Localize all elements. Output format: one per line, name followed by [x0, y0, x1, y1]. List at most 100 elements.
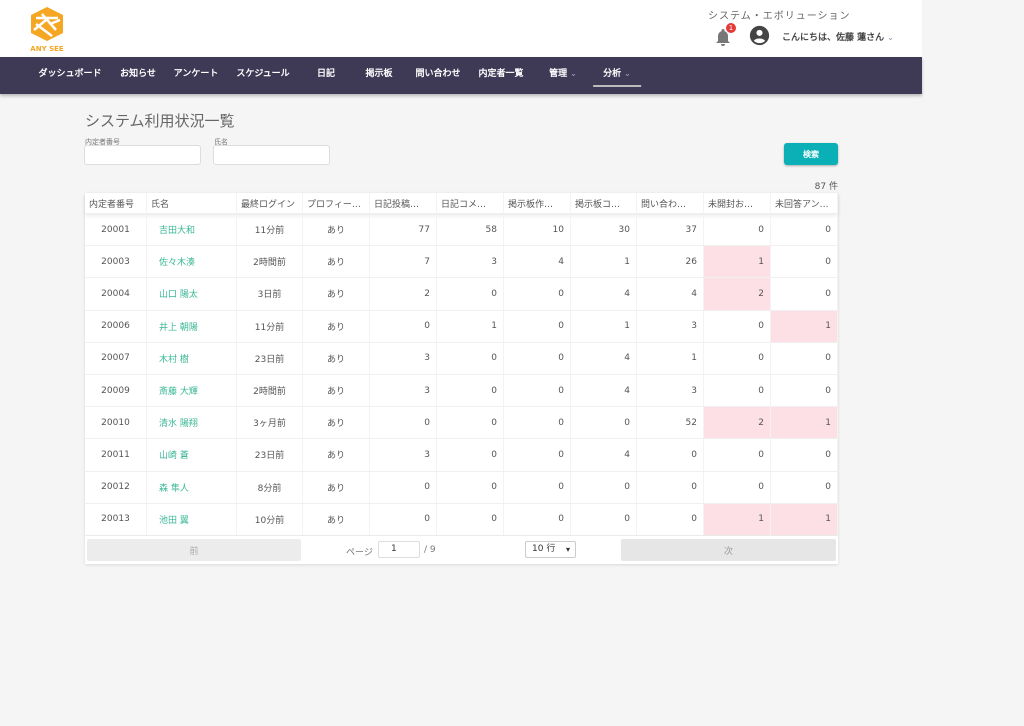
table-header: 内定者番号 氏名 最終ログイン プロフィー… 日記投稿… 日記コメ… 掲示板作… 掲示板コ… 問… — [85, 193, 838, 214]
student-name-link[interactable]: 池田 翼 — [147, 503, 237, 535]
column-header[interactable]: 氏名 — [147, 193, 237, 213]
column-header[interactable]: 掲示板コ… — [571, 193, 637, 213]
nav-item-1[interactable]: お知らせ — [120, 57, 156, 94]
page-title: システム利用状況一覧 — [85, 112, 235, 130]
student-name-link[interactable]: 清水 陽翔 — [147, 407, 237, 439]
column-header[interactable]: 問い合わ… — [637, 193, 704, 213]
student-name-link[interactable]: 吉田大和 — [147, 214, 237, 246]
table-cell: 2時間前 — [237, 246, 303, 278]
table-cell: 1 — [437, 310, 504, 342]
table-cell: 0 — [771, 374, 838, 407]
column-header[interactable]: 未開封お… — [704, 193, 771, 213]
table-row: 20012 森 隼人 8分前 あり 0 0 0 0 0 0 0 — [85, 471, 838, 504]
student-name-link[interactable]: 山崎 蒼 — [147, 439, 237, 471]
table-cell: 8分前 — [237, 471, 303, 503]
next-button[interactable]: 次 — [621, 539, 836, 561]
table-row: 20009 斎藤 大輝 2時間前 あり 3 0 0 4 3 0 0 — [85, 374, 838, 408]
student-name-link[interactable]: 佐々木湊 — [147, 246, 237, 278]
table-cell: 20012 — [85, 471, 147, 503]
chevron-down-icon: ⌄ — [570, 69, 577, 78]
table-row: 20004 山口 陽太 3日前 あり 2 0 0 4 4 2 0 — [85, 278, 838, 311]
system-name: システム・エボリューション — [708, 11, 851, 22]
table-cell: 1 — [704, 246, 771, 278]
table-cell: 10分前 — [237, 503, 303, 535]
column-header[interactable]: 掲示板作… — [504, 193, 571, 213]
prev-button[interactable]: 前 — [87, 539, 301, 561]
table-cell: 0 — [704, 310, 771, 342]
nav-item-0[interactable]: ダッシュボード — [38, 57, 101, 94]
table-cell: 20003 — [85, 246, 147, 278]
table-cell: 4 — [571, 439, 637, 471]
rows-per-page-value: 10 行 — [532, 544, 556, 554]
table-cell: 0 — [704, 439, 771, 471]
table-cell: 20006 — [85, 310, 147, 342]
user-menu[interactable]: こんにちは、佐藤 蓮さん ⌄ — [782, 30, 894, 43]
anysee-logo[interactable]: ANY SEE — [28, 6, 66, 54]
page-input[interactable]: 1 — [378, 541, 420, 558]
table-row: 20011 山崎 蒼 23日前 あり 3 0 0 4 0 0 0 — [85, 439, 838, 472]
table-cell: 0 — [504, 439, 571, 471]
table-cell: 52 — [637, 407, 704, 439]
table-cell: 20011 — [85, 439, 147, 471]
table-cell: 0 — [637, 439, 704, 471]
table-cell: 23日前 — [237, 342, 303, 374]
column-header[interactable]: 日記投稿… — [370, 193, 437, 213]
table-cell: 3日前 — [237, 278, 303, 310]
nav-item-7[interactable]: 内定者一覧 — [478, 57, 523, 94]
table-cell: 0 — [771, 278, 838, 310]
table-cell: 58 — [437, 214, 504, 246]
table-cell: 2 — [704, 407, 771, 439]
nav-item-5[interactable]: 掲示板 — [365, 57, 392, 94]
search-button[interactable]: 検索 — [784, 143, 838, 165]
table-cell: 3 — [370, 374, 437, 407]
column-header[interactable]: 最終ログイン — [237, 193, 303, 213]
table-cell: 0 — [504, 374, 571, 407]
table-cell: 0 — [704, 374, 771, 407]
rows-per-page-select[interactable]: 10 行 ▾ — [525, 541, 576, 558]
table-row: 20010 清水 陽翔 3ヶ月前 あり 0 0 0 0 52 2 1 — [85, 407, 838, 440]
nav-item-9[interactable]: 分析 ⌄ — [593, 57, 641, 87]
table-cell: 0 — [571, 471, 637, 503]
table-cell: 0 — [704, 214, 771, 246]
table-cell: 0 — [771, 342, 838, 374]
column-header[interactable]: 未回答アン… — [771, 193, 838, 213]
student-name-link[interactable]: 木村 樹 — [147, 342, 237, 374]
student-name-link[interactable]: 山口 陽太 — [147, 278, 237, 310]
table-cell: 0 — [437, 278, 504, 310]
table-cell: 20004 — [85, 278, 147, 310]
student-name-link[interactable]: 斎藤 大輝 — [147, 374, 237, 407]
greeting-text: こんにちは、佐藤 蓮さん — [782, 33, 885, 43]
nav-label: 日記 — [316, 69, 336, 79]
filter-id-input[interactable] — [84, 145, 201, 165]
chevron-down-icon: ▾ — [565, 545, 570, 554]
page-total: / 9 — [424, 545, 436, 555]
table-cell: 20007 — [85, 342, 147, 374]
account-icon[interactable] — [749, 25, 770, 46]
column-header[interactable]: 内定者番号 — [85, 193, 147, 213]
nav-label: 問い合わせ — [415, 69, 461, 79]
table-cell: 0 — [504, 407, 571, 439]
nav-item-2[interactable]: アンケート — [174, 57, 219, 94]
table-cell: 0 — [771, 214, 838, 246]
header: ANY SEE システム・エボリューション 1 こんにちは、佐藤 蓮さん ⌄ — [0, 0, 922, 57]
main-nav: ダッシュボード お知らせ アンケート スケジュール 日記 掲示板 問い合わせ 内定者一覧 管理 ⌄… — [0, 57, 922, 94]
table-cell: 0 — [437, 374, 504, 407]
table-cell: 7 — [370, 246, 437, 278]
table-cell: あり — [303, 439, 370, 471]
student-name-link[interactable]: 森 隼人 — [147, 471, 237, 503]
table-row: 20007 木村 樹 23日前 あり 3 0 0 4 1 0 0 — [85, 342, 838, 375]
table-cell: 0 — [437, 503, 504, 535]
filter-name-input[interactable] — [213, 145, 330, 165]
nav-item-4[interactable]: 日記 — [317, 57, 335, 94]
column-header[interactable]: 日記コメ… — [437, 193, 504, 213]
table-cell: 0 — [704, 342, 771, 374]
column-header[interactable]: プロフィー… — [303, 193, 370, 213]
table-cell: 0 — [370, 310, 437, 342]
nav-item-3[interactable]: スケジュール — [236, 57, 289, 94]
student-name-link[interactable]: 井上 朝陽 — [147, 310, 237, 342]
table-cell: あり — [303, 278, 370, 310]
table-cell: 0 — [771, 471, 838, 503]
nav-item-6[interactable]: 問い合わせ — [415, 57, 460, 94]
table-cell: 20013 — [85, 503, 147, 535]
nav-item-8[interactable]: 管理 ⌄ — [549, 57, 577, 94]
